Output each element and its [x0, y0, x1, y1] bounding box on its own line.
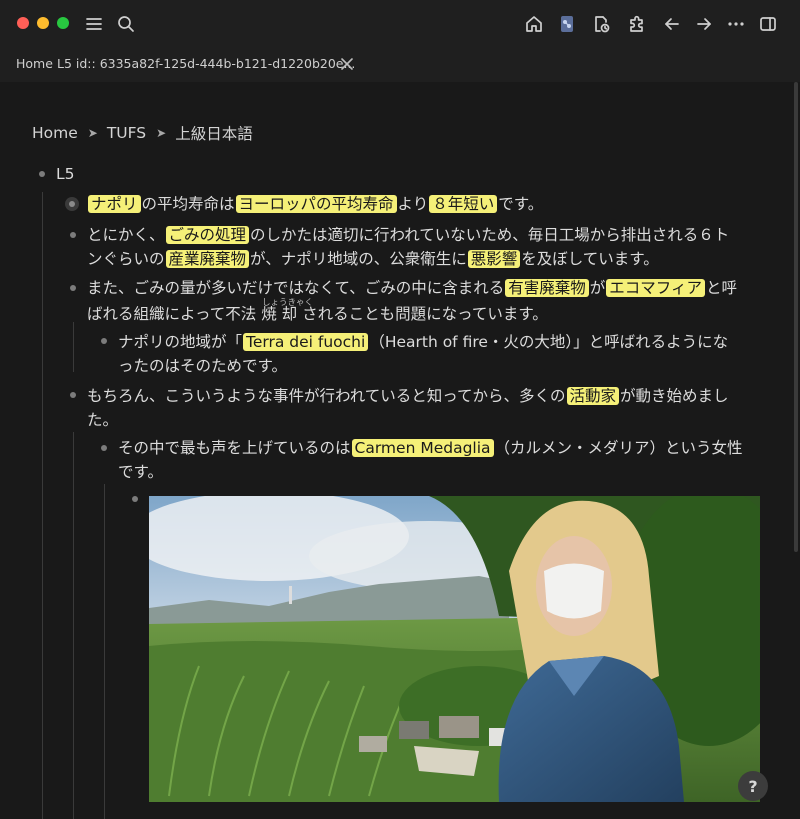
block-bullet[interactable] — [101, 445, 107, 451]
graph-icon[interactable] — [555, 12, 579, 36]
home-icon[interactable] — [522, 12, 546, 36]
block-text[interactable]: ナポリの地域が「 Terra dei fuochi （Hearth of fire・… — [118, 330, 728, 354]
highlight: ヨーロッパの平均寿命 — [235, 195, 397, 213]
block-bullet[interactable] — [70, 392, 76, 398]
block-bullet[interactable] — [39, 171, 45, 177]
highlight: ごみの処理 — [165, 226, 250, 244]
block-text[interactable]: とにかく、 ごみの処理 のしかたは適切に行われていないため、毎日工場から排出される６… — [87, 223, 729, 247]
highlight: ８年短い — [429, 195, 498, 213]
highlight: Terra dei fuochi — [243, 333, 369, 351]
block-text[interactable]: もちろん、こういうような事件が行われていると知ってから、多くの 活動家 が動き始めま… — [87, 384, 729, 408]
tab-strip: Home L5 id:: 6335a82f-125d-444b-b121-d12… — [0, 48, 800, 82]
search-icon[interactable] — [114, 12, 138, 36]
help-button[interactable]: ? — [738, 771, 768, 801]
recent-icon[interactable] — [589, 12, 613, 36]
title-bar — [0, 0, 800, 48]
block-text[interactable]: ナポリ の平均寿命は ヨーロッパの平均寿命 より ８年短い です。 — [87, 192, 543, 216]
block-bullet[interactable] — [132, 496, 138, 502]
indent-guide — [73, 322, 74, 372]
embedded-photo[interactable] — [149, 496, 760, 802]
page-content: Home ➤ TUFS ➤ 上級日本語 L5 ナポリ の平均寿命は ヨーロッパの平均… — [0, 82, 800, 819]
scrollbar[interactable] — [794, 82, 798, 552]
close-window-button[interactable] — [17, 17, 29, 29]
more-icon[interactable] — [724, 12, 748, 36]
highlight: 有害廃棄物 — [505, 279, 589, 297]
tab-current-page[interactable]: L5 id:: 6335a82f-125d-444b-b121-d1220b20… — [57, 56, 355, 71]
block-text-wrap[interactable]: です。 — [118, 460, 163, 484]
breadcrumb-current[interactable]: 上級日本語 — [175, 122, 253, 144]
highlight: ナポリ — [88, 195, 141, 213]
back-icon[interactable] — [660, 12, 684, 36]
breadcrumb-separator-icon: ➤ — [156, 126, 167, 140]
indent-guide — [104, 484, 105, 819]
breadcrumb-home[interactable]: Home — [32, 124, 78, 142]
minimize-window-button[interactable] — [37, 17, 49, 29]
indent-guide — [42, 192, 43, 819]
tab-home[interactable]: Home — [16, 56, 53, 71]
forward-icon[interactable] — [692, 12, 716, 36]
menu-icon[interactable] — [82, 12, 106, 36]
block-bullet[interactable] — [70, 285, 76, 291]
block-bullet[interactable] — [101, 338, 107, 344]
highlight: Carmen Medaglia — [351, 439, 494, 457]
highlight: エコマフィア — [606, 279, 705, 297]
highlight: 活動家 — [566, 387, 620, 405]
block-text-wrap[interactable]: た。 — [87, 408, 118, 432]
close-tab-icon[interactable] — [340, 56, 354, 70]
block-text[interactable]: また、ごみの量が多いだけではなくて、ごみの中に含まれる 有害廃棄物がエコマフィアと… — [87, 276, 737, 300]
block-bullet[interactable] — [70, 232, 76, 238]
block-bullet-active[interactable] — [65, 197, 79, 211]
block-text-wrap[interactable]: ったのはそのためです。 — [118, 354, 287, 378]
highlight: 産業廃棄物 — [165, 250, 250, 268]
indent-guide — [73, 432, 74, 819]
block-text[interactable]: その中で最も声を上げているのは Carmen Medaglia （カルメン・メダリア… — [118, 436, 743, 460]
highlight: 悪影響 — [467, 250, 521, 268]
block-title[interactable]: L5 — [56, 162, 75, 186]
sidebar-icon[interactable] — [756, 12, 780, 36]
breadcrumb-separator-icon: ➤ — [87, 126, 98, 140]
block-text-wrap[interactable]: ンぐらいの 産業廃棄物 が、ナポリ地域の、公衆衛生に 悪影響 を及ぼしています。 — [87, 247, 659, 271]
breadcrumb: Home ➤ TUFS ➤ 上級日本語 — [32, 122, 253, 144]
breadcrumb-tufs[interactable]: TUFS — [107, 124, 146, 142]
zoom-window-button[interactable] — [57, 17, 69, 29]
plugin-icon[interactable] — [625, 12, 649, 36]
block-text-wrap[interactable]: ばれる組織によって不法 焼 却 されることも問題になっています。 — [87, 302, 548, 326]
